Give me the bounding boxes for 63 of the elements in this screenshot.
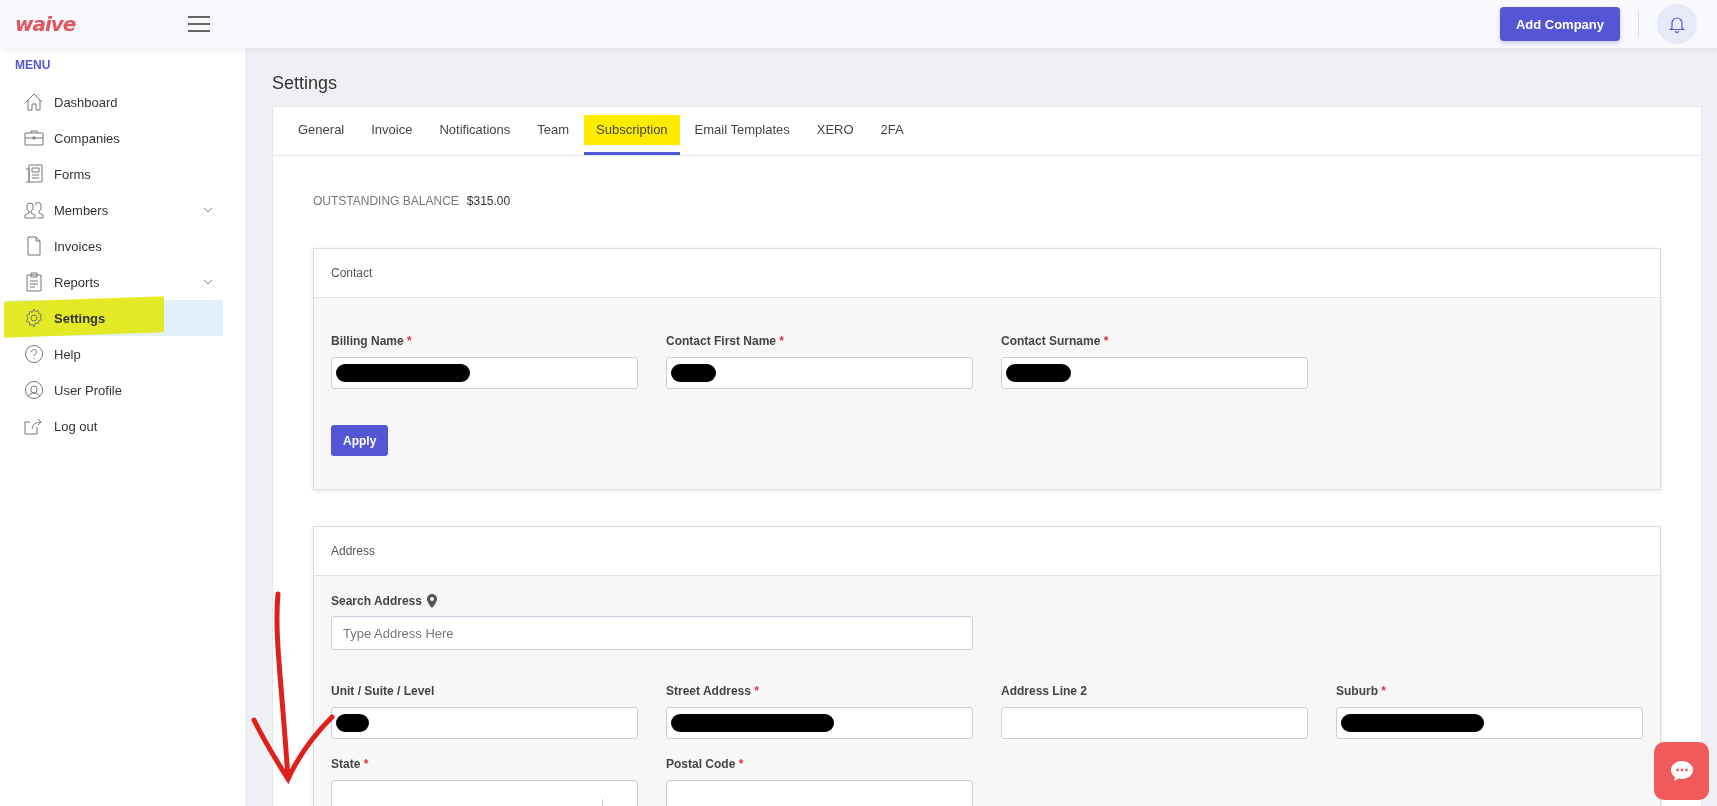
field-label: Contact First Name * <box>666 334 786 348</box>
balance-label: OUTSTANDING BALANCE <box>313 194 459 208</box>
tab[interactable]: XERO <box>804 107 866 155</box>
clipboard-icon <box>24 272 44 292</box>
field-label: Search Address <box>331 594 422 608</box>
sidebar-item[interactable]: User Profile <box>6 372 223 408</box>
add-company-button[interactable]: Add Company <box>1499 7 1620 41</box>
briefcase-icon <box>24 128 44 148</box>
logo[interactable]: waive <box>15 12 76 36</box>
users-icon <box>24 200 44 220</box>
sidebar-item[interactable]: Companies <box>6 120 223 156</box>
field-label: Street Address * <box>666 684 760 698</box>
field-label: Suburb * <box>1336 684 1387 698</box>
chevron-down-icon <box>203 279 213 285</box>
user-icon <box>24 380 44 400</box>
tab[interactable]: Email Templates <box>682 107 802 155</box>
tab[interactable]: General <box>286 107 357 155</box>
search-address-field[interactable]: Type Address Here <box>331 616 973 650</box>
panel-title: Contact <box>314 249 1660 298</box>
input-field[interactable] <box>666 780 973 806</box>
tab[interactable]: Notifications <box>427 107 523 155</box>
menu-icon[interactable] <box>187 15 212 33</box>
notification-button[interactable] <box>1657 4 1697 44</box>
input-field[interactable] <box>666 707 973 739</box>
field-label: Unit / Suite / Level <box>331 684 436 698</box>
sidebar-item[interactable]: Reports <box>6 264 223 300</box>
tab[interactable]: Invoice <box>359 107 425 155</box>
home-icon <box>24 92 44 112</box>
chat-button[interactable] <box>1654 742 1709 800</box>
apply-button[interactable]: Apply <box>331 425 389 456</box>
sidebar-item[interactable]: Invoices <box>6 228 223 264</box>
bell-icon <box>1669 15 1685 33</box>
field-label: Contact Surname * <box>1001 334 1110 348</box>
logout-icon <box>24 416 44 436</box>
field-label: State * <box>331 757 370 771</box>
input-field[interactable] <box>1001 357 1308 389</box>
input-field[interactable] <box>1336 707 1643 739</box>
sidebar-item[interactable]: Forms <box>6 156 223 192</box>
menu-heading: MENU <box>14 58 52 74</box>
tab[interactable]: 2FA <box>868 107 916 155</box>
sidebar-item[interactable]: Log out <box>6 408 223 444</box>
settings-icon <box>24 308 44 328</box>
field-label: Postal Code * <box>666 757 745 771</box>
balance-value: $315.00 <box>466 194 511 208</box>
sidebar-item[interactable]: Dashboard <box>6 84 223 120</box>
location-pin-icon <box>426 594 437 608</box>
input-field[interactable] <box>666 357 973 389</box>
chevron-down-icon <box>203 207 213 213</box>
document-icon <box>24 164 44 184</box>
page-title: Settings <box>272 73 339 94</box>
sidebar-item[interactable]: Members <box>6 192 223 228</box>
sidebar-item[interactable]: Help <box>6 336 223 372</box>
field-label: Billing Name * <box>331 334 413 348</box>
input-field[interactable] <box>1001 707 1308 739</box>
chat-bubble-icon <box>1669 760 1694 782</box>
file-icon <box>24 236 44 256</box>
select-field[interactable] <box>331 780 638 806</box>
input-field[interactable] <box>331 707 638 739</box>
tab[interactable]: Team <box>525 107 582 155</box>
field-label: Address Line 2 <box>1001 684 1089 698</box>
input-field[interactable] <box>331 357 638 389</box>
panel-title: Address <box>314 527 1660 576</box>
help-icon <box>24 344 44 364</box>
